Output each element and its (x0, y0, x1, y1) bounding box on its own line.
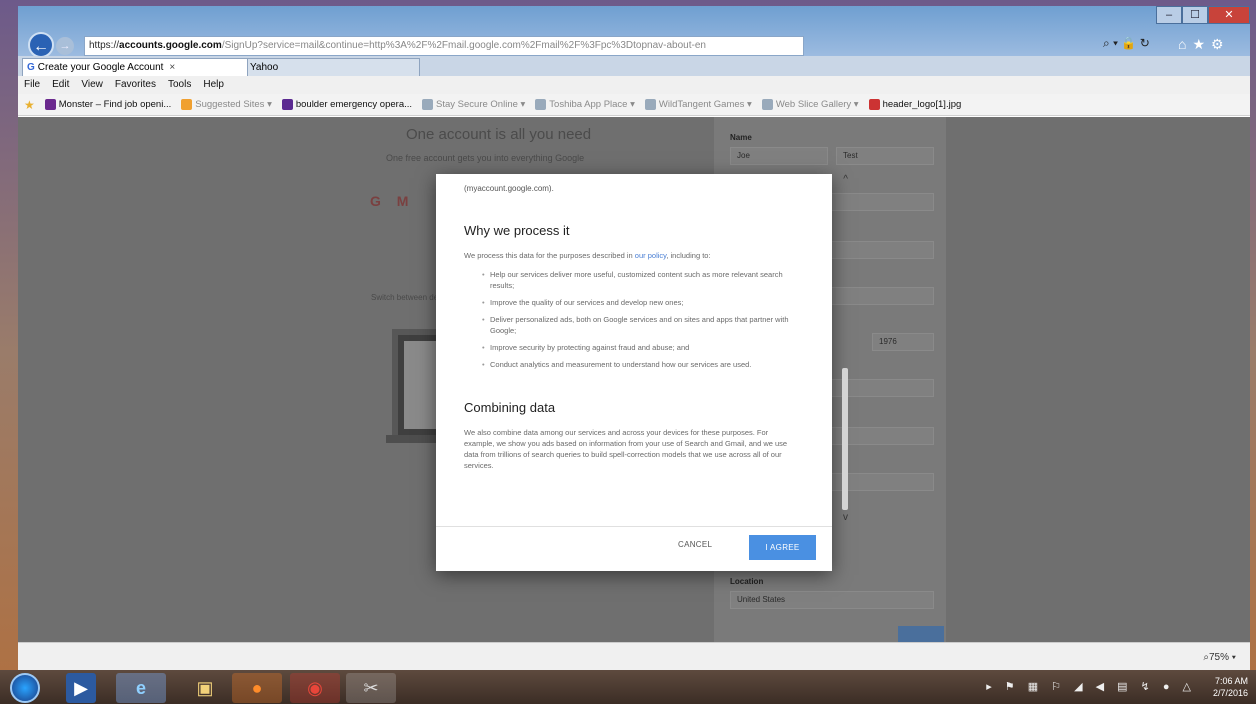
why-heading: Why we process it (464, 223, 570, 238)
birth-year-field[interactable]: 1976 (872, 333, 934, 351)
url-path: /SignUp?service=mail&continue=http%3A%2F… (221, 40, 706, 51)
favorites-bar: ★ Monster – Find job openi... Suggested … (18, 94, 1250, 116)
minimize-button[interactable]: – (1156, 6, 1182, 24)
scrollbar-thumb[interactable] (842, 368, 848, 510)
bg-subheading: One free account gets you into everythin… (386, 153, 585, 163)
page-content: One account is all you need One free acc… (18, 117, 1250, 642)
media-app-icon[interactable]: ▶ (66, 673, 96, 703)
clock[interactable]: 7:06 AM 2/7/2016 (1213, 675, 1248, 699)
tab-yahoo[interactable]: YYahoo (230, 58, 420, 76)
browser-window: – ☐ ✕ ← → https://accounts.google.com/Si… (18, 6, 1250, 670)
taskbar: ▶ e ▣ ● ◉ ✂ ▸ ⚑ ▦ ⚐ ◢ ◀ ▤ ↯ ● △ 7:06 AM … (0, 670, 1256, 704)
list-item: Help our services deliver more useful, c… (482, 269, 794, 291)
chrome-icon[interactable]: ◉ (290, 673, 340, 703)
menu-file[interactable]: File (24, 76, 40, 94)
snipping-tool-icon[interactable]: ✂ (346, 673, 396, 703)
scroll-up-icon[interactable]: ^ (843, 174, 848, 185)
bg-heading: One account is all you need (406, 126, 592, 143)
dialog-scroll-area[interactable]: (myaccount.google.com). Why we process i… (436, 174, 832, 526)
favorite-wildtangent[interactable]: WildTangent Games ▾ (644, 99, 752, 110)
policy-link[interactable]: our policy (635, 251, 667, 260)
agree-button[interactable]: I AGREE (749, 535, 816, 560)
purpose-list: Help our services deliver more useful, c… (464, 269, 794, 370)
zoom-level[interactable]: ⌕75% ▾ (1203, 652, 1236, 663)
menu-favorites[interactable]: Favorites (115, 76, 156, 94)
favorite-boulder[interactable]: boulder emergency opera... (281, 99, 412, 110)
favorite-header-logo[interactable]: header_logo[1].jpg (868, 99, 961, 110)
file-explorer-icon[interactable]: ▣ (180, 673, 230, 703)
list-item: Deliver personalized ads, both on Google… (482, 314, 794, 336)
google-icon: G (27, 62, 35, 73)
location-select[interactable]: United States (730, 591, 934, 609)
close-tab-icon[interactable]: × (169, 62, 175, 73)
start-button-icon[interactable] (10, 673, 40, 703)
page-icon (422, 99, 434, 110)
home-favorites-settings-icons[interactable]: ⌂★⚙ (1178, 36, 1230, 53)
menu-edit[interactable]: Edit (52, 76, 69, 94)
favorites-star-icon[interactable]: ★ (24, 98, 35, 112)
why-intro: We process this data for the purposes de… (464, 251, 711, 260)
combining-heading: Combining data (464, 400, 556, 415)
name-label: Name (730, 133, 752, 142)
monster-icon (44, 99, 56, 110)
last-name-field[interactable]: Test (836, 147, 934, 165)
tab-google-account[interactable]: G Create your Google Account × (22, 58, 248, 76)
page-icon (644, 99, 656, 110)
combining-text: We also combine data among our services … (464, 428, 788, 470)
favorite-suggested-sites[interactable]: Suggested Sites ▾ (181, 99, 272, 110)
menu-tools[interactable]: Tools (168, 76, 191, 94)
yahoo-icon (281, 99, 293, 110)
suggested-sites-icon (181, 99, 193, 110)
list-item: Conduct analytics and measurement to und… (482, 359, 794, 370)
scroll-down-icon[interactable]: v (843, 512, 848, 523)
back-icon[interactable]: ← (28, 32, 54, 58)
address-bar[interactable]: https://accounts.google.com/SignUp?servi… (84, 36, 804, 56)
search-refresh-icons[interactable]: ⌕ ▾ 🔒 ↻ (1103, 36, 1150, 51)
title-bar: – ☐ ✕ ← → https://accounts.google.com/Si… (18, 6, 1250, 58)
clock-time: 7:06 AM (1214, 676, 1248, 686)
internet-explorer-icon[interactable]: e (116, 673, 166, 703)
forward-icon[interactable]: → (56, 37, 74, 55)
dialog-top-text: (myaccount.google.com). (464, 184, 554, 193)
window-controls: – ☐ ✕ (1156, 6, 1250, 26)
location-label: Location (730, 577, 764, 586)
menu-bar: File Edit View Favorites Tools Help (18, 76, 1250, 94)
list-item: Improve security by protecting against f… (482, 342, 794, 353)
first-name-field[interactable]: Joe (730, 147, 828, 165)
image-icon (868, 99, 880, 110)
favorite-monster[interactable]: Monster – Find job openi... (44, 99, 171, 110)
close-button[interactable]: ✕ (1208, 6, 1250, 24)
system-tray-icons[interactable]: ▸ ⚑ ▦ ⚐ ◢ ◀ ▤ ↯ ● △ (986, 680, 1196, 693)
maximize-button[interactable]: ☐ (1182, 6, 1208, 24)
list-item: Improve the quality of our services and … (482, 297, 794, 308)
favorite-web-slice[interactable]: Web Slice Gallery ▾ (761, 99, 859, 110)
tab-label: Yahoo (250, 62, 279, 73)
page-icon (535, 99, 547, 110)
firefox-icon[interactable]: ● (232, 673, 282, 703)
dialog-footer: CANCEL I AGREE (436, 526, 832, 571)
page-icon (761, 99, 773, 110)
cancel-button[interactable]: CANCEL (678, 540, 712, 549)
next-step-button[interactable] (898, 626, 944, 642)
clock-date: 2/7/2016 (1212, 688, 1248, 698)
menu-help[interactable]: Help (203, 76, 224, 94)
menu-view[interactable]: View (81, 76, 103, 94)
privacy-terms-dialog: (myaccount.google.com). Why we process i… (436, 174, 848, 571)
google-products-icons: G M (370, 193, 415, 209)
status-bar: ⌕75% ▾ (18, 642, 1250, 670)
favorite-toshiba[interactable]: Toshiba App Place ▾ (535, 99, 635, 110)
url-domain: accounts.google.com (119, 40, 222, 51)
tab-label: Create your Google Account (37, 62, 164, 73)
dialog-scrollbar[interactable]: ^ v (838, 174, 850, 526)
favorite-stay-secure[interactable]: Stay Secure Online ▾ (422, 99, 525, 110)
tab-strip: YYahoo GCreate your Google Account × (18, 56, 1250, 76)
url-scheme: https:// (89, 40, 120, 51)
